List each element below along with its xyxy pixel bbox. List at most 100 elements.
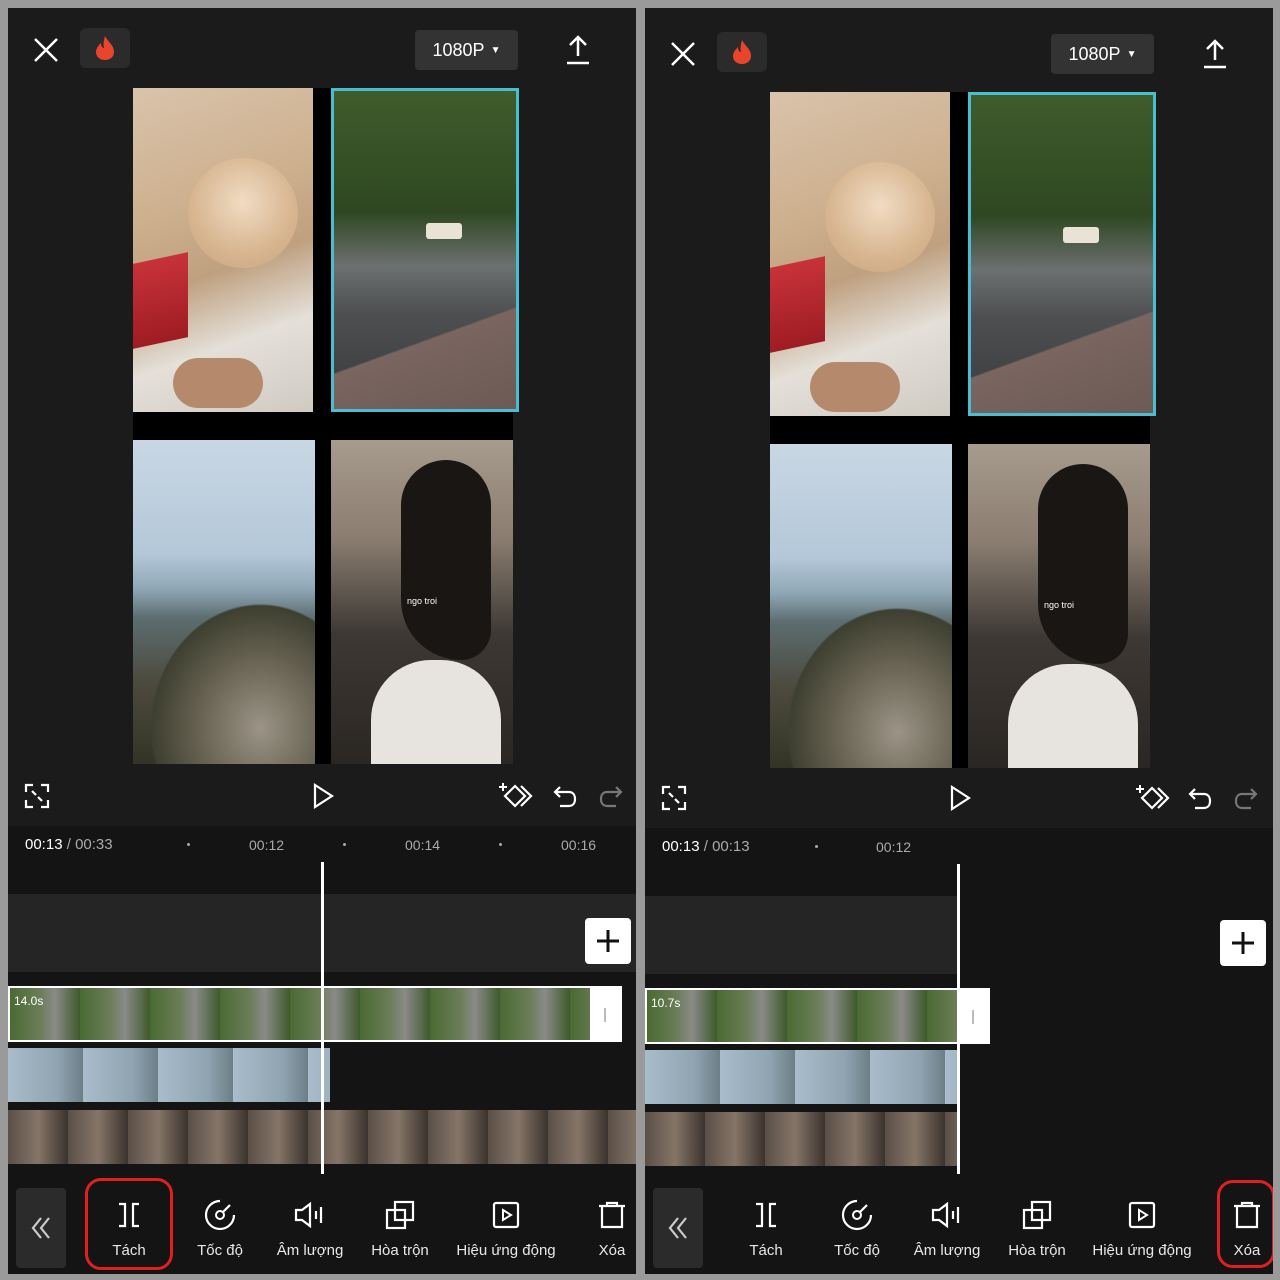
time-separator: / [703, 838, 708, 855]
caret-down-icon: ▼ [1126, 48, 1137, 60]
video-clip-girl[interactable] [645, 1112, 958, 1166]
tool-label: Hòa trộn [371, 1242, 429, 1259]
tool-label: Hòa trộn [1008, 1242, 1066, 1259]
resolution-label: 1080P [1068, 43, 1121, 64]
volume-icon [930, 1194, 964, 1236]
animation-icon [491, 1194, 521, 1236]
ruler-tick-label: 00:14 [405, 837, 441, 853]
tool-label: Tốc độ [834, 1242, 880, 1259]
video-preview-canvas[interactable]: ngo troi [133, 88, 519, 764]
playhead[interactable] [321, 862, 324, 1174]
empty-track [645, 896, 958, 974]
resolution-dropdown[interactable]: 1080P ▼ [1051, 34, 1154, 74]
keyframe-add-icon[interactable] [1135, 780, 1171, 816]
editor-screen-after: 1080P ▼ ngo troi 00:13 / 00:13 00:12 10.… [645, 8, 1273, 1274]
close-icon[interactable] [667, 38, 699, 70]
total-time: 00:33 [75, 836, 113, 853]
timeline-ruler[interactable]: 00:13 / 00:33 00:12 00:14 00:16 [8, 826, 636, 862]
play-icon[interactable] [308, 778, 338, 814]
blend-icon [1021, 1194, 1053, 1236]
double-chevron-left-icon[interactable] [16, 1188, 66, 1268]
resolution-dropdown[interactable]: 1080P ▼ [415, 30, 518, 70]
ruler-tick-label: 00:12 [876, 839, 912, 855]
time-separator: / [66, 836, 71, 853]
video-clip-street-selected[interactable]: 14.0s [8, 986, 622, 1042]
fullscreen-icon[interactable] [659, 780, 689, 816]
highlight-ring-split [85, 1178, 173, 1270]
bottom-toolbar: Tách Tốc độ Âm lượng Hòa trộn Hiệu ứng đ… [8, 1174, 636, 1274]
tool-label: Hiệu ứng động [456, 1242, 556, 1259]
video-clip-street-selected[interactable]: 10.7s [645, 988, 990, 1044]
timeline-tracks[interactable]: 10.7s [645, 864, 1273, 1176]
blend-tool-button[interactable]: Hòa trộn [355, 1194, 445, 1264]
video-thumbnail-cat[interactable] [133, 88, 313, 412]
upload-icon[interactable] [1199, 36, 1231, 72]
video-thumbnail-street-selected[interactable] [331, 88, 519, 412]
tool-label: Xóa [598, 1242, 626, 1259]
ruler-dot [815, 845, 818, 848]
animation-tool-button[interactable]: Hiệu ứng động [456, 1194, 556, 1264]
speed-icon [204, 1194, 236, 1236]
fire-icon[interactable] [80, 28, 130, 68]
video-clip-sea[interactable] [645, 1050, 958, 1104]
current-time: 00:13 [662, 838, 700, 855]
close-icon[interactable] [30, 34, 62, 66]
tool-label: Tách [749, 1242, 783, 1259]
fire-icon[interactable] [717, 32, 767, 72]
caret-down-icon: ▼ [490, 44, 501, 56]
ruler-dot [187, 843, 190, 846]
redo-icon [596, 778, 626, 814]
timecode: 00:13 / 00:33 [25, 836, 113, 853]
keyframe-add-icon[interactable] [498, 778, 534, 814]
speed-tool-button[interactable]: Tốc độ [175, 1194, 265, 1264]
undo-icon[interactable] [1185, 780, 1215, 816]
plus-icon[interactable] [585, 918, 631, 964]
video-clip-sea[interactable] [8, 1048, 330, 1102]
clip-trim-handle[interactable] [590, 988, 620, 1040]
animation-icon [1127, 1194, 1157, 1236]
ruler-tick-label: 00:16 [561, 837, 597, 853]
video-thumbnail-sea[interactable] [770, 444, 952, 768]
video-thumbnail-girl[interactable]: ngo troi [331, 440, 513, 764]
timeline-ruler[interactable]: 00:13 / 00:13 00:12 [645, 828, 1273, 864]
video-caption: ngo troi [1043, 600, 1075, 610]
tool-label: Tốc độ [197, 1242, 243, 1259]
clip-duration: 14.0s [14, 994, 44, 1008]
timeline-tracks[interactable]: 14.0s [8, 862, 636, 1174]
play-icon[interactable] [945, 780, 975, 816]
total-time: 00:13 [712, 838, 750, 855]
trash-icon [597, 1194, 627, 1236]
double-chevron-left-icon[interactable] [653, 1188, 703, 1268]
volume-tool-button[interactable]: Âm lượng [902, 1194, 992, 1264]
clip-trim-handle[interactable] [958, 990, 988, 1042]
split-tool-button[interactable]: Tách [721, 1194, 811, 1264]
video-thumbnail-girl[interactable]: ngo troi [968, 444, 1150, 768]
tool-label: Âm lượng [913, 1242, 981, 1259]
undo-icon[interactable] [550, 778, 580, 814]
resolution-label: 1080P [432, 39, 485, 60]
ruler-dot [343, 843, 346, 846]
volume-tool-button[interactable]: Âm lượng [265, 1194, 355, 1264]
ruler-dot [499, 843, 502, 846]
speed-tool-button[interactable]: Tốc độ [812, 1194, 902, 1264]
editor-screen-before: 1080P ▼ ngo troi 00:13 / 00:33 00:12 00:… [8, 8, 636, 1274]
delete-tool-button[interactable]: Xóa [567, 1194, 636, 1264]
animation-tool-button[interactable]: Hiệu ứng động [1092, 1194, 1192, 1264]
video-thumbnail-sea[interactable] [133, 440, 315, 764]
fullscreen-icon[interactable] [22, 778, 52, 814]
tool-label: Hiệu ứng động [1092, 1242, 1192, 1259]
video-preview-canvas[interactable]: ngo troi [770, 92, 1156, 768]
video-thumbnail-street-selected[interactable] [968, 92, 1156, 416]
upload-icon[interactable] [562, 32, 594, 68]
video-thumbnail-cat[interactable] [770, 92, 950, 416]
blend-tool-button[interactable]: Hòa trộn [992, 1194, 1082, 1264]
plus-icon[interactable] [1220, 920, 1266, 966]
clip-duration: 10.7s [651, 996, 681, 1010]
tool-label: Âm lượng [276, 1242, 344, 1259]
volume-icon [293, 1194, 327, 1236]
playhead[interactable] [957, 864, 960, 1176]
bottom-toolbar: Tách Tốc độ Âm lượng Hòa trộn Hiệu ứng đ… [645, 1174, 1273, 1274]
redo-icon [1231, 780, 1261, 816]
split-icon [753, 1194, 779, 1236]
highlight-ring-delete [1217, 1180, 1273, 1268]
